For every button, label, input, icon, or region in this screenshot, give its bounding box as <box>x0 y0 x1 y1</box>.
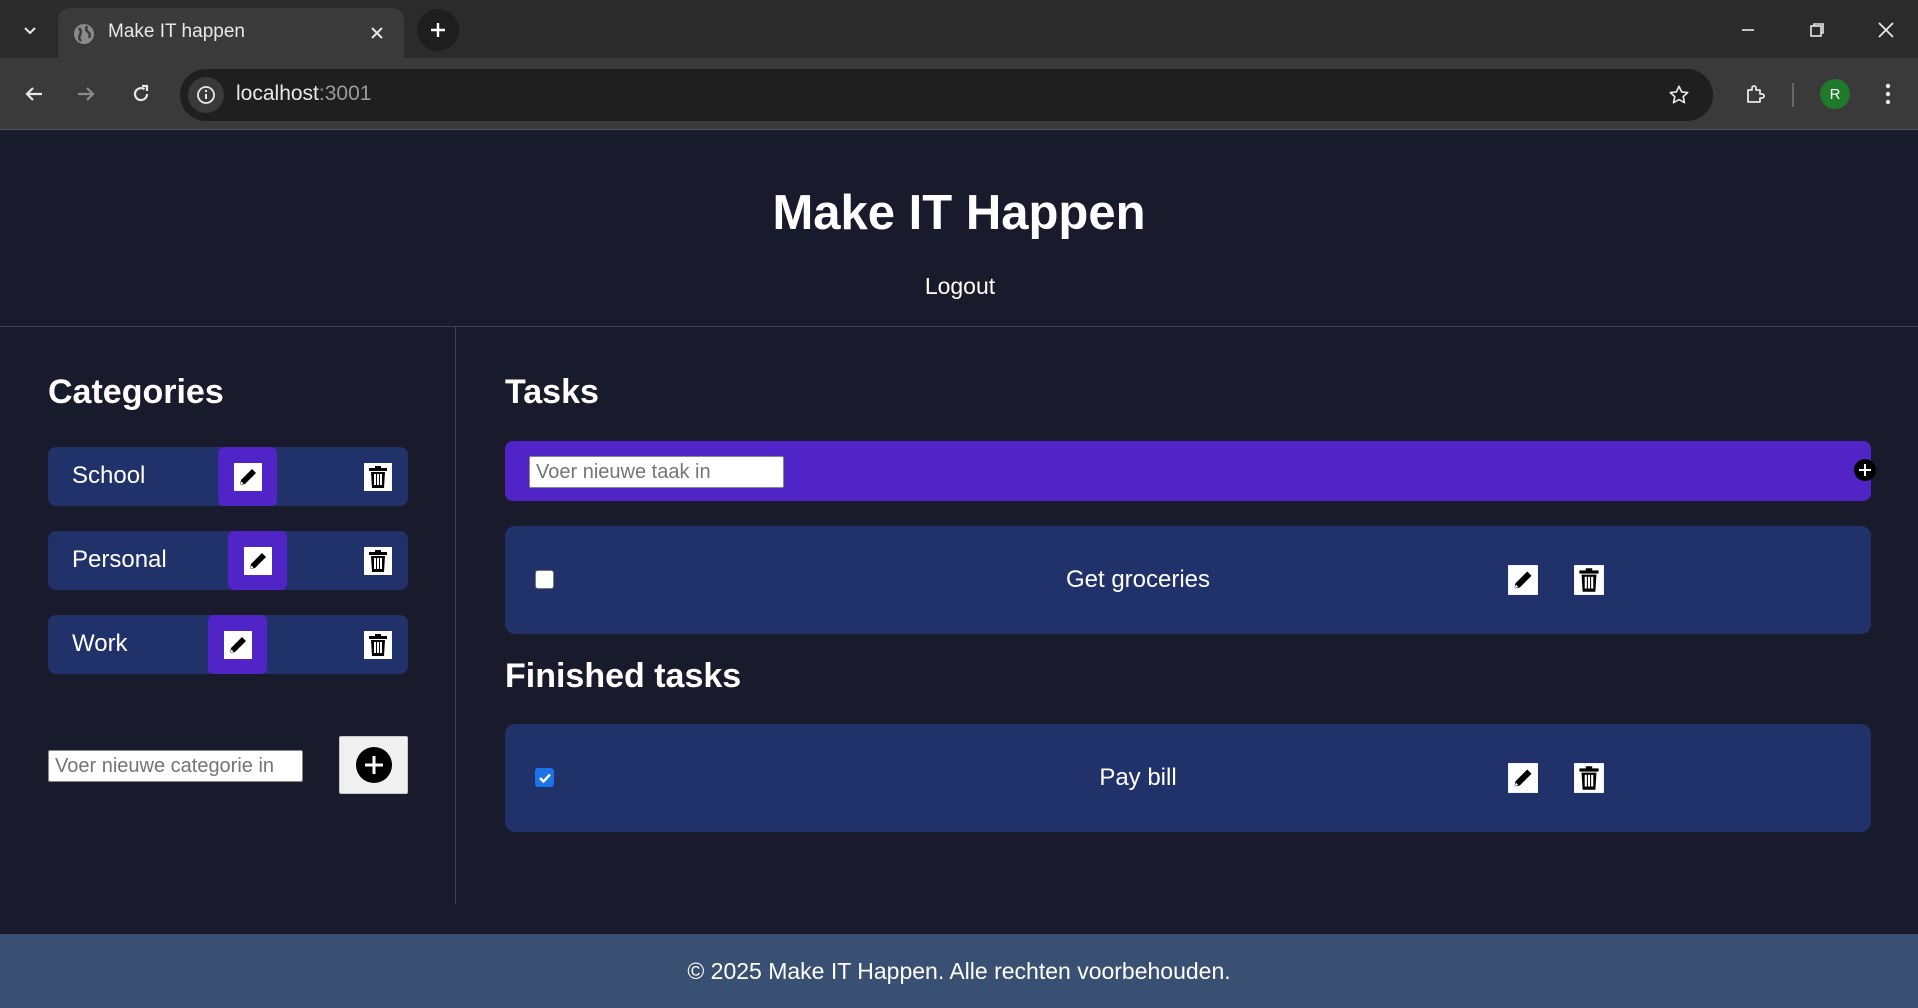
finished-task-item: Pay bill <box>505 724 1871 832</box>
url-port: :3001 <box>318 82 372 105</box>
delete-category-button[interactable] <box>362 629 394 661</box>
pencil-icon <box>223 630 252 659</box>
delete-task-button[interactable] <box>1571 562 1607 598</box>
category-label: Work <box>72 630 128 657</box>
browser-toolbar: localhost:3001 R <box>0 58 1918 130</box>
category-item-personal[interactable]: Personal <box>48 531 408 590</box>
new-tab-plus-icon[interactable] <box>417 9 459 51</box>
trash-icon <box>364 463 392 491</box>
trash-icon <box>1574 565 1604 595</box>
categories-heading: Categories <box>48 373 224 411</box>
categories-sidebar: Categories School Personal Work <box>0 327 456 904</box>
add-task-button[interactable] <box>1851 456 1879 484</box>
browser-tab[interactable]: Make IT happen <box>58 8 404 58</box>
trash-icon <box>364 631 392 659</box>
tasks-panel: Tasks Get groceries Finished tasks Pay b… <box>457 327 1918 904</box>
delete-task-button[interactable] <box>1571 760 1607 796</box>
edit-task-button[interactable] <box>1505 760 1541 796</box>
new-category-input[interactable] <box>48 750 303 782</box>
url-text: localhost:3001 <box>236 82 371 106</box>
reload-icon[interactable] <box>121 74 161 114</box>
task-item: Get groceries <box>505 526 1871 634</box>
pencil-icon <box>243 546 272 575</box>
globe-icon <box>72 22 96 46</box>
back-arrow-icon[interactable] <box>14 74 54 114</box>
window-close-icon[interactable] <box>1866 10 1906 50</box>
profile-avatar[interactable]: R <box>1820 79 1850 109</box>
category-item-school[interactable]: School <box>48 447 408 506</box>
footer-copyright: © 2025 Make IT Happen. Alle rechten voor… <box>687 958 1231 984</box>
finished-tasks-heading: Finished tasks <box>505 657 742 695</box>
tab-close-icon[interactable] <box>364 20 390 46</box>
delete-category-button[interactable] <box>362 461 394 493</box>
app-page: Make IT Happen Logout Categories School … <box>0 130 1918 1008</box>
extensions-puzzle-icon[interactable] <box>1736 74 1776 114</box>
app-header: Make IT Happen Logout <box>0 130 1918 327</box>
site-info-icon[interactable] <box>188 77 224 113</box>
pencil-icon <box>233 462 262 491</box>
edit-category-button[interactable] <box>208 615 267 674</box>
category-label: School <box>72 462 146 489</box>
category-item-work[interactable]: Work <box>48 615 408 674</box>
edit-category-button[interactable] <box>218 447 277 506</box>
url-host: localhost <box>236 82 319 105</box>
forward-arrow-icon[interactable] <box>66 74 106 114</box>
tab-search-chevron-down-icon[interactable] <box>14 14 46 46</box>
add-category-button[interactable] <box>339 736 408 794</box>
footer: © 2025 Make IT Happen. Alle rechten voor… <box>0 934 1918 1008</box>
plus-circle-icon <box>1854 459 1876 481</box>
bookmark-star-icon[interactable] <box>1661 77 1697 113</box>
edit-task-button[interactable] <box>1505 562 1541 598</box>
delete-category-button[interactable] <box>362 545 394 577</box>
tab-title: Make IT happen <box>108 21 245 42</box>
browser-tab-bar: Make IT happen <box>0 0 1918 58</box>
minimize-icon[interactable] <box>1728 10 1768 50</box>
pencil-icon <box>1508 763 1538 793</box>
browser-menu-icon[interactable] <box>1870 74 1906 114</box>
tasks-heading: Tasks <box>505 373 599 411</box>
pencil-icon <box>1508 565 1538 595</box>
toolbar-divider <box>1792 83 1794 107</box>
plus-circle-icon <box>355 747 392 783</box>
new-task-input[interactable] <box>529 456 784 488</box>
restore-icon[interactable] <box>1797 10 1837 50</box>
trash-icon <box>1574 763 1604 793</box>
edit-category-button[interactable] <box>228 531 287 590</box>
category-label: Personal <box>72 546 167 573</box>
new-task-bar <box>505 441 1876 501</box>
app-title: Make IT Happen <box>772 186 1146 240</box>
address-bar[interactable]: localhost:3001 <box>180 69 1713 121</box>
trash-icon <box>364 547 392 575</box>
logout-link[interactable]: Logout <box>900 273 1020 300</box>
